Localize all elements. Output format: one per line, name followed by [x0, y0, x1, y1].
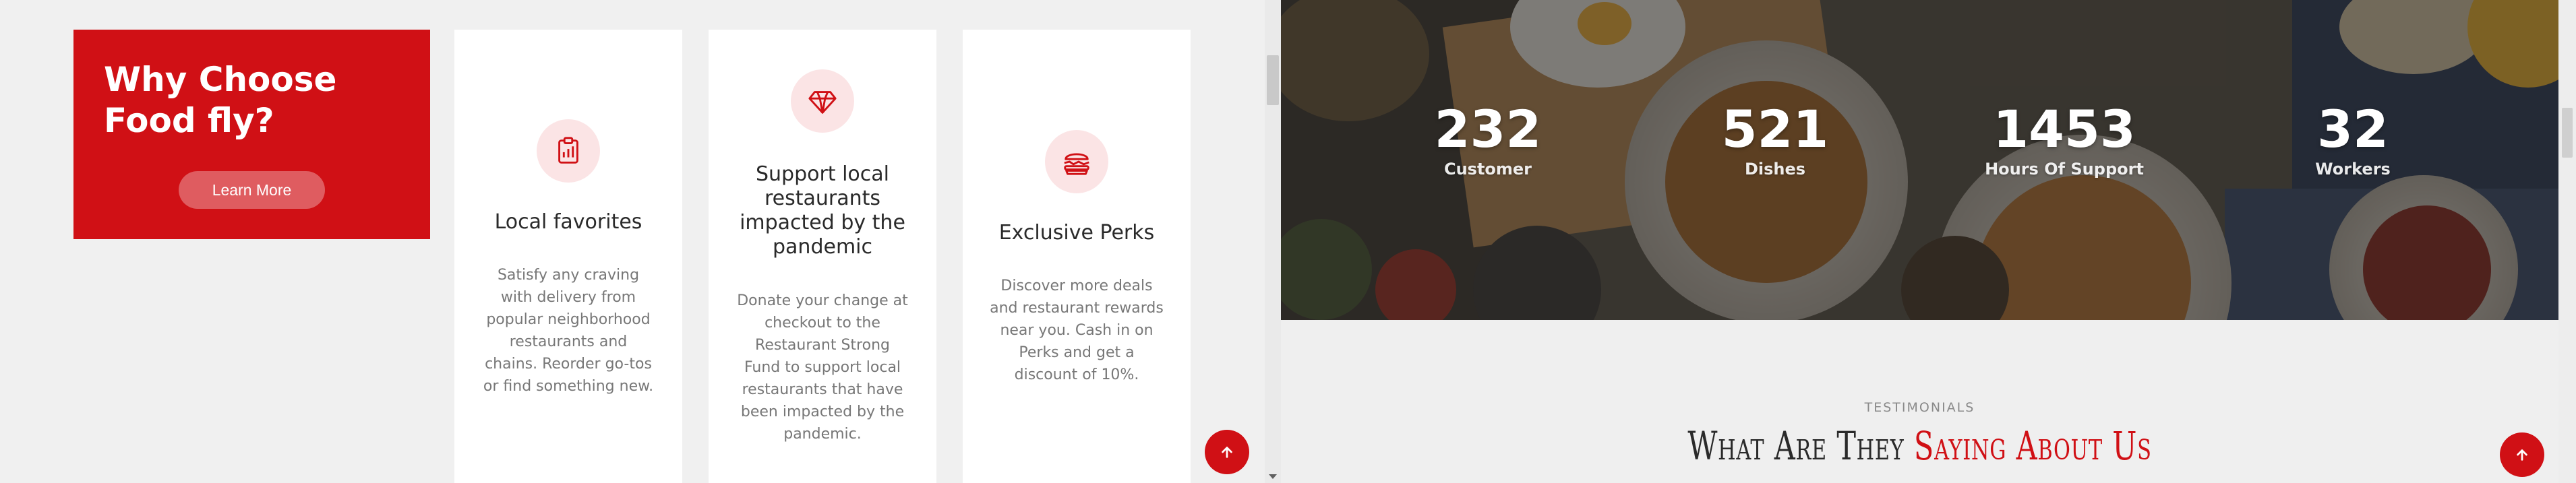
- vertical-scrollbar[interactable]: [2558, 0, 2576, 483]
- testimonials-heading: What Are They Saying About Us: [1447, 423, 2392, 469]
- vertical-scrollbar[interactable]: [1265, 0, 1281, 483]
- feature-title: Exclusive Perks: [998, 221, 1155, 245]
- feature-description: Donate your change at checkout to the Re…: [737, 292, 908, 443]
- stats-row: 232 Customer 521 Dishes 1453 Hours Of Support…: [1281, 101, 2558, 189]
- stat-item: 1453 Hours Of Support: [1956, 101, 2172, 181]
- scroll-to-top-button[interactable]: [2500, 432, 2544, 477]
- testimonials-eyebrow: TESTIMONIALS: [1864, 400, 1975, 415]
- diamond-icon: [791, 69, 854, 133]
- stats-hero-section: 232 Customer 521 Dishes 1453 Hours Of Support…: [1281, 0, 2558, 320]
- stat-value: 1453: [1993, 99, 2136, 159]
- burger-icon: [1045, 130, 1108, 193]
- right-pane: 232 Customer 521 Dishes 1453 Hours Of Support…: [1281, 0, 2576, 483]
- why-choose-card: Why Choose Food fly? Learn More: [73, 30, 430, 239]
- feature-description: Discover more deals and restaurant rewar…: [990, 278, 1164, 383]
- stat-value: 232: [1434, 99, 1542, 159]
- scroll-to-top-button[interactable]: [1205, 430, 1249, 474]
- testimonials-heading-plain: What Are They: [1687, 423, 1914, 469]
- scrollbar-thumb[interactable]: [2562, 108, 2573, 158]
- testimonials-heading-accent: Saying About Us: [1913, 423, 2152, 469]
- stat-label: Dishes: [1744, 160, 1806, 179]
- feature-title: Local favorites: [494, 210, 642, 234]
- left-pane: Why Choose Food fly? Learn More Local fa…: [0, 0, 1281, 483]
- feature-card-exclusive-perks: Exclusive Perks Discover more deals and …: [963, 30, 1191, 483]
- learn-more-button[interactable]: Learn More: [179, 171, 325, 209]
- stat-label: Hours Of Support: [1985, 160, 2144, 179]
- scrollbar-thumb[interactable]: [1267, 55, 1279, 105]
- clipboard-chart-icon: [537, 119, 600, 183]
- why-choose-title: Why Choose Food fly?: [104, 60, 337, 140]
- stat-label: Workers: [2315, 160, 2391, 179]
- arrow-up-icon: [2517, 449, 2527, 461]
- stat-item: 32 Workers: [2245, 101, 2461, 181]
- stat-label: Customer: [1443, 160, 1532, 179]
- stat-value: 521: [1721, 99, 1829, 159]
- stat-item: 232 Customer: [1380, 101, 1596, 181]
- feature-card-local-favorites: Local favorites Satisfy any craving with…: [454, 30, 682, 483]
- feature-card-support-local: Support local restaurants impacted by th…: [709, 30, 936, 483]
- feature-title: Support local restaurants impacted by th…: [740, 162, 905, 259]
- arrow-up-icon: [1222, 447, 1232, 458]
- stat-item: 521 Dishes: [1667, 101, 1883, 181]
- feature-description: Satisfy any craving with delivery from p…: [483, 267, 654, 395]
- scroll-down-arrow-icon[interactable]: [1269, 474, 1277, 479]
- stat-value: 32: [2317, 99, 2389, 159]
